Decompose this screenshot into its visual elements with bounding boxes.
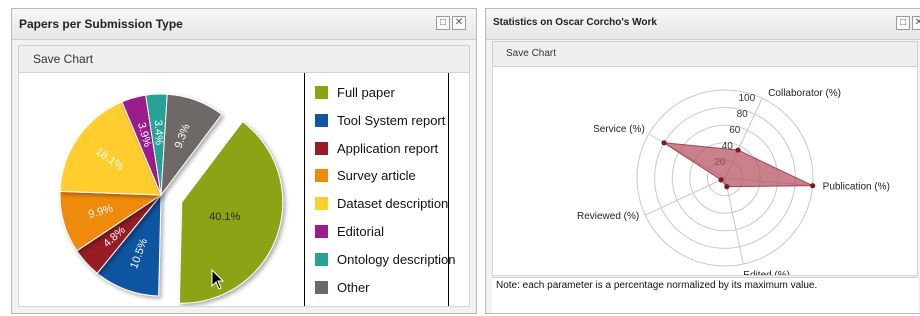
legend-label: Editorial [337, 224, 384, 239]
radar-tick-label: 60 [729, 125, 741, 136]
radar-tick-label: 100 [739, 93, 756, 104]
save-chart-button[interactable]: Save Chart [33, 52, 93, 66]
pie-data-label: 40.1% [209, 211, 240, 223]
radar-axis-label: Reviewed (%) [577, 211, 639, 222]
chart-toolbar: Save Chart [492, 41, 918, 67]
legend-label: Dataset description [337, 196, 449, 212]
pie-data-label: 3.4% [152, 120, 165, 146]
legend-label: Survey article [337, 168, 416, 184]
mouse-cursor-icon [211, 269, 225, 290]
legend-label: Ontology description [337, 251, 456, 267]
legend-swatch [315, 141, 328, 155]
radar-chart-area: 20406080100Collaborator (%)Publication (… [492, 67, 918, 276]
submission-type-panel: Papers per Submission Type □ ✕ Save Char… [11, 8, 477, 314]
radar-axis-label: Service (%) [593, 124, 645, 135]
radar-axis-label: Edited (%) [743, 270, 790, 276]
statistics-panel: Statistics on Oscar Corcho's Work □ ✕ Sa… [485, 8, 920, 314]
save-chart-button[interactable]: Save Chart [506, 48, 556, 59]
radar-data-point[interactable] [718, 177, 724, 183]
legend-swatch [315, 252, 328, 266]
close-icon[interactable]: ✕ [912, 16, 920, 30]
legend-swatch [315, 169, 328, 183]
legend-label: Other [337, 279, 370, 295]
radar-axis-label: Collaborator (%) [768, 88, 841, 99]
legend-label: Full paper [337, 85, 395, 100]
legend-label: Application report [337, 140, 439, 156]
radar-chart: 20406080100Collaborator (%)Publication (… [577, 88, 890, 276]
radar-tick-label: 80 [737, 109, 749, 120]
legend-label: Tool System report [337, 112, 446, 128]
panel-title: Statistics on Oscar Corcho's Work [493, 17, 657, 28]
legend-swatch [315, 113, 328, 127]
panel-titlebar: Papers per Submission Type □ ✕ [12, 9, 476, 40]
radar-axis-line [724, 177, 744, 265]
chart-legend: Full paper Tool System report Application … [304, 73, 456, 306]
legend-swatch [315, 86, 328, 99]
restore-icon[interactable]: □ [436, 16, 450, 30]
panel-title: Papers per Submission Type [19, 17, 183, 31]
panel-titlebar: Statistics on Oscar Corcho's Work □ ✕ [486, 9, 920, 40]
restore-icon[interactable]: □ [896, 16, 910, 30]
radar-data-point[interactable] [724, 184, 730, 190]
radar-data-point[interactable] [735, 147, 741, 153]
pie-chart-area: 40.1% 10.5% 4.8% 9.9% 18.1% 3.9% 3.4% 9.3% Full… [18, 73, 470, 307]
close-icon[interactable]: ✕ [452, 16, 466, 30]
radar-data-point[interactable] [661, 140, 667, 146]
radar-axis-label: Publication (%) [823, 182, 890, 193]
legend-swatch [315, 197, 328, 211]
legend-swatch [315, 225, 328, 238]
chart-note: Note: each parameter is a percentage nor… [492, 277, 918, 313]
legend-swatch [315, 280, 328, 294]
radar-data-point[interactable] [810, 183, 816, 189]
chart-toolbar: Save Chart [18, 45, 470, 73]
note-text: Note: each parameter is a percentage nor… [496, 280, 818, 291]
